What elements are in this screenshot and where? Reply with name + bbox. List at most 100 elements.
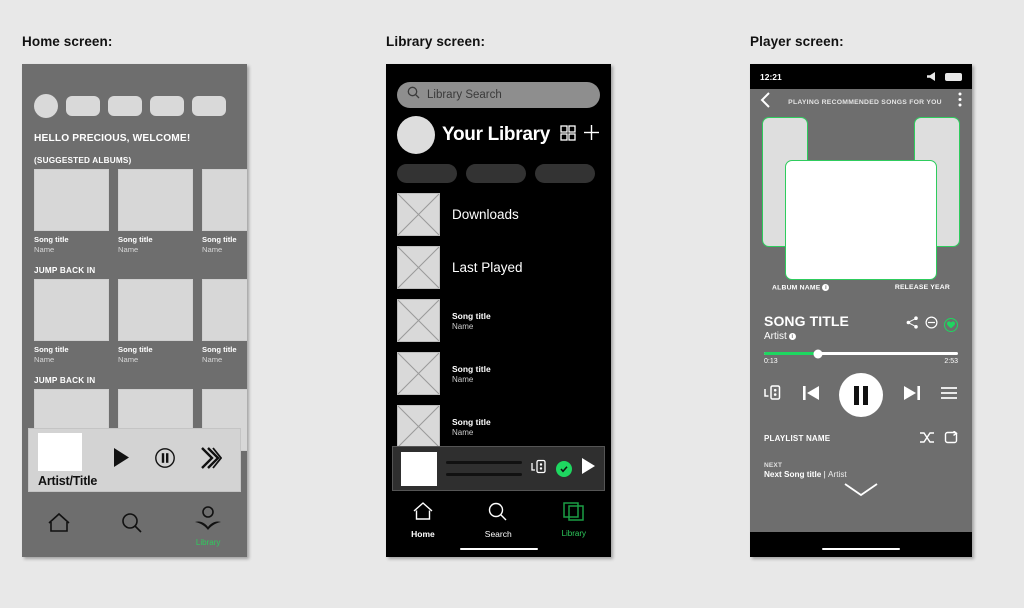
next-song[interactable]: Next Song title | Artist [764,470,958,479]
fast-forward-icon[interactable] [200,446,223,475]
search-input[interactable]: Library Search [397,82,600,108]
nav-item-home[interactable]: Home [411,501,435,539]
album-card[interactable]: Song title Name [118,169,193,254]
mini-player[interactable] [392,446,605,491]
home-screen: HELLO PRECIOUS, WELCOME! (SUGGESTED ALBU… [22,64,247,557]
collapse-control[interactable] [764,483,958,502]
list-item[interactable]: Song title Name [397,405,600,448]
play-icon[interactable] [581,458,596,479]
album-art-current[interactable] [785,160,937,280]
info-icon[interactable]: i [788,333,796,341]
cast-device-icon[interactable] [531,459,547,479]
more-options-icon[interactable] [958,92,962,112]
filter-chip[interactable] [535,164,595,183]
progress-slider[interactable] [764,349,958,359]
pause-icon[interactable] [839,373,883,418]
list-item[interactable]: Last Played [397,246,600,289]
filter-chip[interactable] [397,164,457,183]
mini-player-title: Artist/Title [38,473,98,488]
playlist-name[interactable]: PLAYLIST NAME [764,434,830,443]
play-icon[interactable] [113,448,130,472]
queue-icon[interactable] [940,386,958,405]
greeting-text: HELLO PRECIOUS, WELCOME! [34,133,191,144]
progress-knob[interactable] [813,349,823,359]
share-icon[interactable] [906,316,919,334]
status-icons [927,68,962,86]
category-chip[interactable] [192,96,226,116]
section-title: JUMP BACK IN [34,376,96,385]
placeholder-thumbnail [397,405,440,448]
list-item-text: Song title Name [452,364,491,384]
grid-view-icon[interactable] [560,124,576,146]
avatar[interactable] [34,94,58,118]
home-icon [411,501,435,528]
block-icon[interactable] [925,316,938,334]
repeat-icon[interactable] [944,430,958,446]
cast-device-icon[interactable] [764,384,782,406]
album-title: Song title [34,345,69,354]
library-list: Downloads Last Played Song title Name So… [386,183,611,448]
shuffle-icon[interactable] [920,431,934,446]
album-artist: Name [118,245,139,254]
battery-icon [945,72,962,81]
album-card[interactable]: Song title Name [202,169,247,254]
player-screen-label: Player screen: [750,34,844,49]
nav-label-home: Home [411,529,435,539]
album-title: Song title [118,235,153,244]
time-total: 2:53 [944,358,958,366]
list-item-subtitle: Name [452,374,474,384]
nav-item-library[interactable]: Library [562,501,586,538]
next-song-title: Next Song title [764,470,822,480]
placeholder-thumbnail [397,193,440,236]
filter-chips [386,154,611,183]
album-card[interactable]: Song title Name [202,279,247,364]
search-icon [486,501,510,528]
album-title: Song title [118,345,153,354]
next-song-artist: Artist [828,470,847,480]
album-art [202,279,247,341]
list-item[interactable]: Song title Name [397,299,600,342]
previous-icon[interactable] [802,384,820,407]
mini-player-artwork [38,432,82,471]
list-item[interactable]: Downloads [397,193,600,236]
album-art [118,279,193,341]
album-card[interactable]: Song title Name [34,169,109,254]
category-chip[interactable] [150,96,184,116]
list-item-title: Song title [452,363,491,374]
back-icon[interactable] [760,91,772,113]
list-item[interactable]: Song title Name [397,352,600,395]
album-art [34,169,109,231]
library-header: Your Library [386,108,611,154]
album-artist: Name [34,355,55,364]
text-bar [446,473,522,476]
mini-player[interactable]: Artist/Title [28,428,241,492]
search-icon [407,86,420,104]
heart-icon[interactable] [944,318,958,333]
search-placeholder: Library Search [427,89,502,101]
placeholder-thumbnail [397,246,440,289]
mini-player-text-placeholder [446,461,522,476]
nav-item-search[interactable]: Search [485,501,512,539]
album-card[interactable]: Song title Name [118,279,193,364]
song-artist: Artist i [764,331,849,342]
plus-icon[interactable] [583,124,600,146]
mini-player-artwork [401,451,437,486]
mini-player-controls [101,446,240,475]
avatar[interactable] [397,116,435,154]
nav-item-search[interactable] [119,511,145,541]
category-chip[interactable] [108,96,142,116]
nav-item-home[interactable] [46,511,72,541]
album-art-carousel [750,117,972,287]
next-icon[interactable] [903,384,921,407]
pause-icon[interactable] [154,447,176,474]
filter-chip[interactable] [466,164,526,183]
category-chip[interactable] [66,96,100,116]
nav-item-library[interactable]: Library [193,505,223,547]
next-separator: | [823,470,826,480]
album-art [34,279,109,341]
album-row: Song title Name Song title Name Song tit… [22,169,247,254]
playlist-row: PLAYLIST NAME [750,417,972,446]
placeholder-thumbnail [397,352,440,395]
album-card[interactable]: Song title Name [34,279,109,364]
green-check-icon[interactable] [556,460,572,477]
